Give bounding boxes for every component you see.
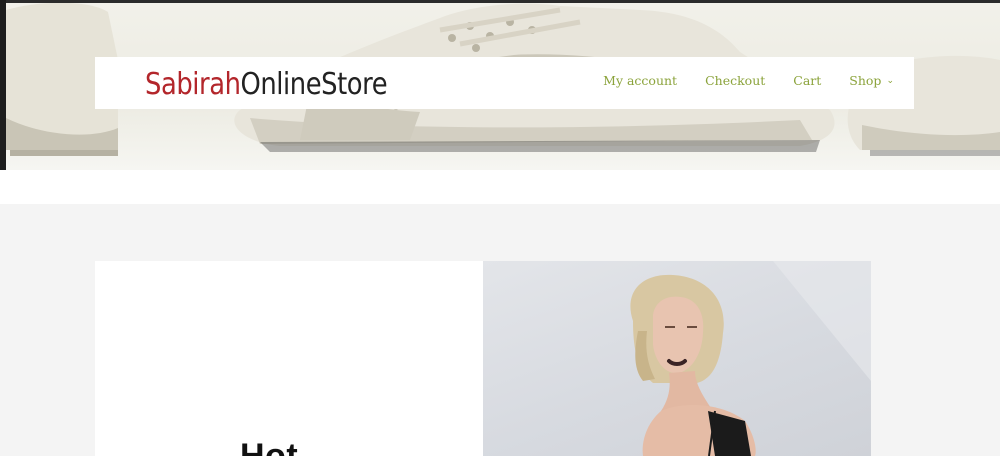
hero-top-border [0, 0, 1000, 3]
nav-cart[interactable]: Cart [793, 73, 821, 88]
hero-left-border [0, 0, 6, 170]
promo-heading: Hot [240, 437, 299, 456]
header-spacer [0, 170, 1000, 204]
site-logo[interactable]: SabirahOnlineStore [145, 67, 388, 102]
main-nav: My account Checkout Cart Shop ⌄ [603, 73, 894, 88]
logo-part-2: OnlineStore [240, 67, 388, 102]
promo-text-panel: Hot [95, 261, 483, 456]
site-header: SabirahOnlineStore My account Checkout C… [95, 57, 914, 109]
chevron-down-icon: ⌄ [886, 75, 894, 86]
nav-shop-label: Shop [849, 73, 882, 88]
logo-part-1: Sabirah [145, 67, 241, 102]
nav-checkout[interactable]: Checkout [705, 73, 765, 88]
model-photo [630, 261, 871, 456]
nav-my-account[interactable]: My account [603, 73, 677, 88]
promo-image-panel [483, 261, 871, 456]
nav-shop[interactable]: Shop ⌄ [849, 73, 894, 88]
